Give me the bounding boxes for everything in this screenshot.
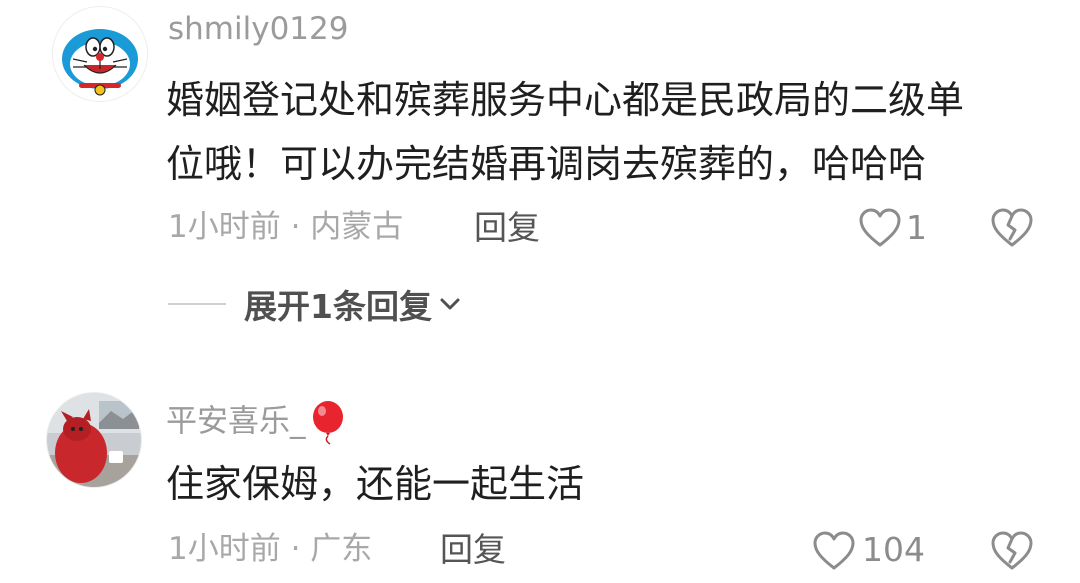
- avatar[interactable]: [46, 392, 142, 488]
- comment-text-line: 婚姻登记处和殡葬服务中心都是民政局的二级单: [166, 78, 965, 122]
- like-count: 1: [906, 208, 927, 247]
- expand-replies-button[interactable]: 展开1条回复: [168, 282, 462, 326]
- chevron-down-icon: [440, 298, 460, 310]
- heart-icon[interactable]: [812, 531, 856, 571]
- username[interactable]: 平安喜乐_: [166, 400, 346, 446]
- reply-button[interactable]: 回复: [474, 211, 540, 244]
- doraemon-avatar-icon: [53, 7, 147, 101]
- red-mascot-photo-icon: [47, 393, 141, 487]
- comment-item: shmily0129 婚姻登记处和殡葬服务中心都是民政局的二级单 位哦！可以办完…: [0, 0, 1080, 330]
- expand-divider: [168, 303, 226, 305]
- balloon-icon: [312, 401, 343, 445]
- username[interactable]: shmily0129: [168, 14, 348, 45]
- comment-text-line: 住家保姆，还能一起生活: [166, 462, 585, 506]
- expand-replies-label: 展开1条回复: [244, 287, 432, 326]
- like-count: 104: [862, 530, 925, 569]
- heart-icon[interactable]: [858, 208, 902, 248]
- comment-text-line: 位哦！可以办完结婚再调岗去殡葬的，哈哈哈: [166, 142, 927, 186]
- reply-button[interactable]: 回复: [440, 533, 506, 566]
- broken-heart-icon[interactable]: [990, 531, 1034, 571]
- broken-heart-icon[interactable]: [990, 208, 1034, 248]
- comment-meta: 1小时前 · 广东: [168, 531, 373, 567]
- comment-meta: 1小时前 · 内蒙古: [168, 209, 404, 245]
- username-text: 平安喜乐_: [166, 403, 306, 440]
- comment-item: 平安喜乐_ 住家保姆，还能一起生活 1小时前 · 广东 回复 104: [0, 380, 1080, 583]
- avatar[interactable]: [52, 6, 148, 102]
